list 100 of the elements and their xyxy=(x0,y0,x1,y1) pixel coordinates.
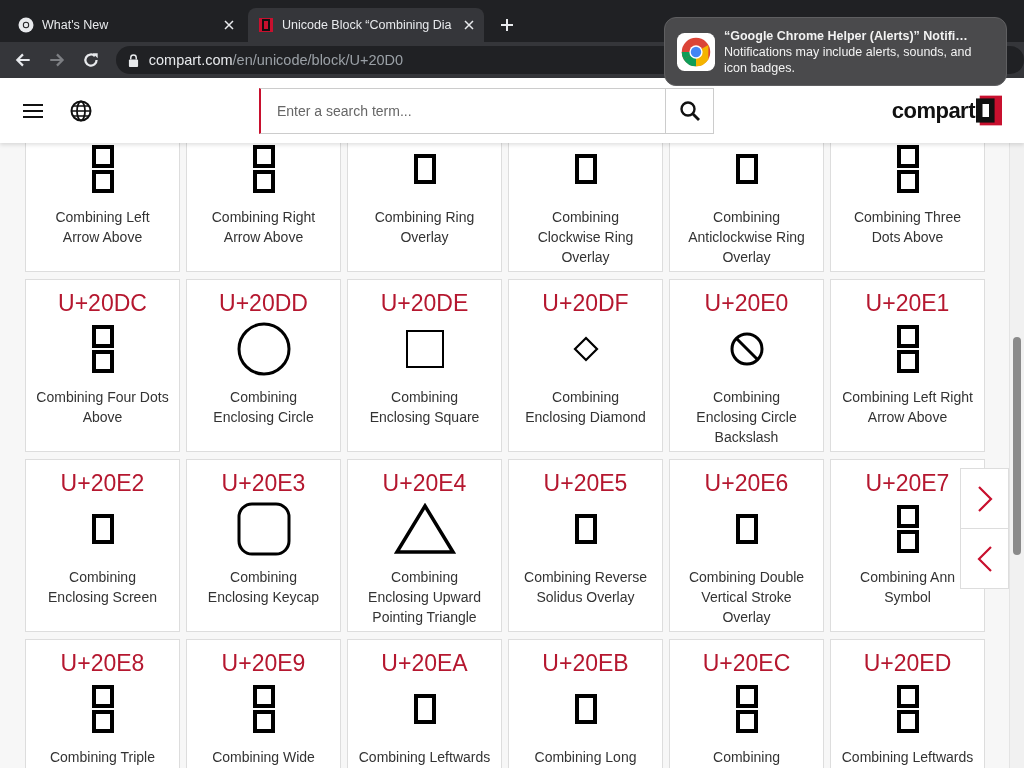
code-point: U+20E3 xyxy=(221,469,306,497)
character-card[interactable]: U+20E8 Combining Triple xyxy=(25,639,180,768)
missing-glyph-icon xyxy=(574,154,597,184)
character-name: Combining Enclosing Upward Pointing Triangle xyxy=(368,568,481,627)
character-card[interactable]: U+20E1 Combining Left Right Arrow Above xyxy=(830,279,985,452)
code-point: U+20DF xyxy=(542,289,629,317)
missing-glyph-icon xyxy=(252,685,275,733)
character-card[interactable]: U+20E4 Combining Enclosing Upward Pointing Triangle xyxy=(347,459,502,632)
character-card[interactable]: U+20DF Combining Enclosing Diamond xyxy=(508,279,663,452)
code-point: U+20DD xyxy=(219,289,308,317)
close-icon[interactable] xyxy=(224,20,234,30)
missing-glyph-icon xyxy=(413,154,436,184)
missing-glyph-icon xyxy=(91,514,114,544)
character-card[interactable]: Combining Three Dots Above xyxy=(830,143,985,272)
character-card[interactable]: U+20E5 Combining Reverse Solidus Overlay xyxy=(508,459,663,632)
chrome-logo-icon xyxy=(18,17,34,33)
missing-glyph-icon xyxy=(896,685,919,733)
character-name: Combining Clockwise Ring Overlay xyxy=(537,208,634,267)
square-glyph xyxy=(405,330,444,368)
character-name: Combining Ring Overlay xyxy=(374,208,475,247)
character-name: Combining Enclosing Circle Backslash xyxy=(696,388,797,447)
character-card[interactable]: Combining Right Arrow Above xyxy=(186,143,341,272)
character-card[interactable]: U+20E0 Combining Enclosing Circle Backslash xyxy=(669,279,824,452)
character-card[interactable]: U+20E6 Combining Double Vertical Stroke Overlay xyxy=(669,459,824,632)
logo-mark-icon xyxy=(976,95,1002,126)
character-name: Combining Enclosing Circle xyxy=(213,388,314,427)
character-name: Combining Triple xyxy=(49,748,156,767)
missing-glyph-icon xyxy=(896,145,919,193)
globe-icon[interactable] xyxy=(70,99,92,122)
character-name: Combining Enclosing Diamond xyxy=(525,388,646,427)
missing-glyph-icon xyxy=(91,145,114,193)
missing-glyph-icon xyxy=(574,514,597,544)
search-icon xyxy=(678,99,701,122)
code-point: U+20E1 xyxy=(865,289,950,317)
circle-glyph xyxy=(236,322,291,376)
close-icon[interactable] xyxy=(464,20,474,30)
code-point: U+20E6 xyxy=(704,469,789,497)
character-card[interactable]: Combining Clockwise Ring Overlay xyxy=(508,143,663,272)
character-card[interactable]: U+20EA Combining Leftwards xyxy=(347,639,502,768)
character-card[interactable]: U+20EB Combining Long xyxy=(508,639,663,768)
character-name: Combining Left Arrow Above xyxy=(55,208,150,247)
rounded-square-glyph xyxy=(236,502,291,556)
search-button[interactable] xyxy=(666,87,714,134)
notification-title: “Google Chrome Helper (Alerts)” Notifi… xyxy=(724,27,969,44)
notification-toast[interactable]: “Google Chrome Helper (Alerts)” Notifi… Notifications may include alerts, sounds, and icon badges. xyxy=(664,17,1007,86)
code-point: U+20DE xyxy=(380,289,469,317)
scrollbar-thumb[interactable] xyxy=(1013,337,1021,555)
character-card[interactable]: U+20E3 Combining Enclosing Keycap xyxy=(186,459,341,632)
previous-button[interactable] xyxy=(960,528,1009,589)
triangle-glyph xyxy=(393,503,456,555)
forward-icon[interactable] xyxy=(47,51,66,69)
character-card[interactable]: Combining Left Arrow Above xyxy=(25,143,180,272)
character-card[interactable]: U+20DD Combining Enclosing Circle xyxy=(186,279,341,452)
character-name: Combining Long xyxy=(534,748,637,767)
character-name: Combining Double Vertical Stroke Overlay xyxy=(688,568,805,627)
site-logo[interactable]: compart xyxy=(891,97,975,124)
code-point: U+20E2 xyxy=(60,469,145,497)
code-point: U+20ED xyxy=(863,649,952,677)
character-card[interactable]: U+20EC Combining xyxy=(669,639,824,768)
missing-glyph-icon xyxy=(735,154,758,184)
notification-message: Notifications may include alerts, sounds, and icon badges. xyxy=(724,43,973,76)
next-button[interactable] xyxy=(960,468,1009,529)
character-name: Combining xyxy=(713,748,780,767)
missing-glyph-icon xyxy=(735,514,758,544)
reload-icon[interactable] xyxy=(81,51,100,69)
character-name: Combining Left Right Arrow Above xyxy=(842,388,973,427)
character-card[interactable]: U+20E9 Combining Wide xyxy=(186,639,341,768)
character-name: Combining Leftwards xyxy=(358,748,491,767)
character-card[interactable]: U+20DC Combining Four Dots Above xyxy=(25,279,180,452)
code-point: U+20EB xyxy=(542,649,629,677)
missing-glyph-icon xyxy=(896,325,919,373)
character-name: Combining Leftwards xyxy=(841,748,974,767)
character-card[interactable]: U+20E2 Combining Enclosing Screen xyxy=(25,459,180,632)
character-card[interactable]: Combining Anticlockwise Ring Overlay xyxy=(669,143,824,272)
search-field[interactable]: Enter a search term... xyxy=(259,87,666,134)
missing-glyph-icon xyxy=(574,694,597,724)
back-icon[interactable] xyxy=(14,51,32,69)
code-point: U+20E7 xyxy=(865,469,950,497)
missing-glyph-icon xyxy=(91,685,114,733)
character-name: Combining Enclosing Square xyxy=(369,388,480,427)
new-tab-icon[interactable] xyxy=(500,18,514,32)
browser-tab[interactable]: What's New xyxy=(8,8,244,42)
character-name: Combining Four Dots Above xyxy=(36,388,169,427)
prohibition-glyph xyxy=(729,332,764,366)
missing-glyph-icon xyxy=(896,505,919,553)
code-point: U+20EA xyxy=(381,649,468,677)
character-name: Combining Ann Symbol xyxy=(860,568,955,607)
character-name: Combining Right Arrow Above xyxy=(211,208,316,247)
character-name: Combining Reverse Solidus Overlay xyxy=(524,568,647,607)
code-point: U+20E8 xyxy=(60,649,145,677)
code-point: U+20E0 xyxy=(704,289,789,317)
character-name: Combining Three Dots Above xyxy=(853,208,962,247)
lock-icon xyxy=(127,53,139,67)
code-point: U+20E5 xyxy=(543,469,628,497)
character-card[interactable]: U+20ED Combining Leftwards xyxy=(830,639,985,768)
character-card[interactable]: U+20DE Combining Enclosing Square xyxy=(347,279,502,452)
character-name: Combining Enclosing Screen xyxy=(48,568,157,607)
character-name: Combining Wide xyxy=(212,748,315,767)
browser-tab[interactable]: Unicode Block “Combining Dia xyxy=(248,8,484,42)
character-card[interactable]: Combining Ring Overlay xyxy=(347,143,502,272)
